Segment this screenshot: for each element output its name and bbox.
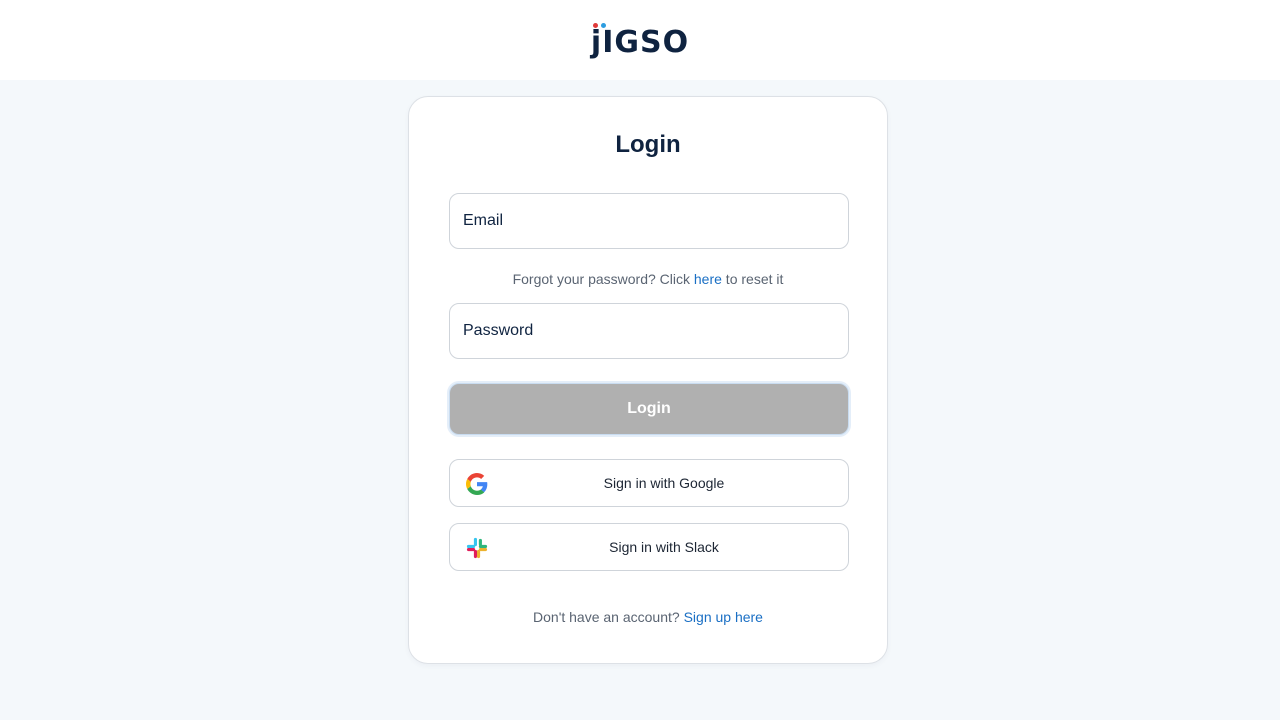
logo-letter-j: j	[590, 23, 606, 60]
google-sign-in-button[interactable]: Sign in with Google	[449, 459, 849, 507]
slack-sign-in-button[interactable]: Sign in with Slack	[449, 523, 849, 571]
signup-prompt: Don't have an account? Sign up here	[409, 609, 887, 625]
page-title: Login	[615, 131, 681, 158]
logo-dot-blue	[600, 23, 606, 28]
forgot-password-hint: Forgot your password? Click here to rese…	[409, 271, 887, 287]
logo-dots	[592, 23, 606, 28]
top-bar: j IGSO	[0, 0, 1280, 80]
slack-icon	[466, 537, 488, 559]
forgot-suffix-text: to reset it	[721, 271, 784, 287]
email-field[interactable]	[449, 193, 849, 249]
sign-up-link[interactable]: Sign up here	[684, 609, 763, 625]
logo-dot-red	[592, 23, 598, 28]
email-input[interactable]	[463, 194, 848, 248]
login-button[interactable]: Login	[449, 383, 849, 435]
google-icon	[466, 473, 488, 495]
slack-button-label: Sign in with Slack	[609, 539, 719, 555]
signup-prefix-text: Don't have an account?	[533, 609, 684, 625]
logo-text-rest: IGSO	[602, 25, 690, 60]
jigso-logo[interactable]: j IGSO	[591, 20, 689, 60]
reset-password-link[interactable]: here	[694, 271, 722, 287]
login-card: Login Forgot your password? Click here t…	[408, 96, 888, 664]
google-button-label: Sign in with Google	[603, 475, 725, 491]
forgot-prefix-text: Forgot your password? Click	[512, 271, 694, 287]
password-field[interactable]	[449, 303, 849, 359]
logo-text-j: j	[590, 25, 603, 60]
password-input[interactable]	[463, 304, 848, 358]
